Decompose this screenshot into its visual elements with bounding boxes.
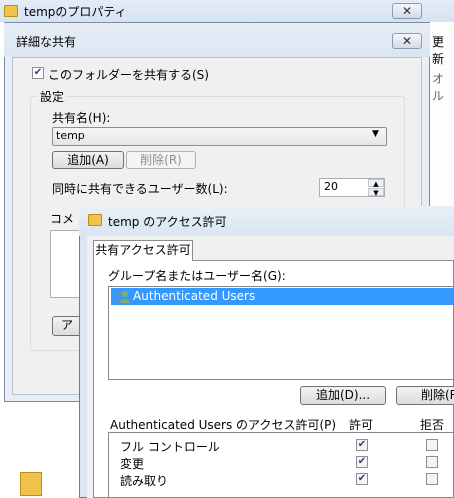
allow-column-header: 許可 — [349, 418, 374, 432]
remove-user-button[interactable]: 削除(R — [396, 386, 454, 405]
user-name: Authenticated Users — [133, 289, 256, 303]
share-folder-label[interactable]: このフォルダーを共有する(S) — [48, 66, 209, 83]
permission-name: フル コントロール — [120, 440, 220, 454]
properties-right-text: 更新 — [432, 35, 445, 66]
deny-checkbox[interactable] — [426, 473, 438, 485]
users-limit-label: 同時に共有できるユーザー数(L): — [52, 182, 228, 196]
comment-textarea[interactable] — [50, 230, 82, 298]
share-name-combobox[interactable] — [52, 127, 387, 146]
add-user-button[interactable]: 追加(D)... — [300, 386, 386, 405]
chevron-down-icon[interactable]: ▼ — [372, 129, 379, 139]
close-button[interactable]: ✕ — [392, 3, 422, 19]
user-group-icon — [114, 290, 130, 303]
permissions-for-label: Authenticated Users のアクセス許可(P) — [110, 418, 337, 432]
properties-title: tempのプロパティ — [24, 5, 127, 19]
allow-checkbox[interactable]: ✔ — [356, 473, 368, 485]
permissions-title: temp のアクセス許可 — [108, 215, 227, 229]
allow-checkbox[interactable]: ✔ — [356, 456, 368, 468]
deny-checkbox[interactable] — [426, 439, 438, 451]
folder-icon — [88, 214, 102, 226]
share-folder-checkbox[interactable]: ✔ — [32, 67, 44, 79]
remove-share-button[interactable]: 削除(R) — [126, 151, 196, 169]
folder-icon — [4, 5, 18, 17]
folder-icon — [20, 472, 42, 496]
permissions-button[interactable]: アク — [52, 316, 82, 336]
share-name-value: temp — [56, 129, 85, 142]
properties-right-text: オル — [432, 72, 445, 103]
permission-name: 読み取り — [120, 474, 169, 488]
advanced-sharing-title: 詳細な共有 — [16, 35, 77, 49]
spin-up-icon[interactable]: ▲ — [368, 179, 384, 188]
spin-down-icon[interactable]: ▼ — [368, 188, 384, 197]
close-button[interactable]: ✕ — [392, 33, 422, 49]
comment-label: コメ — [50, 212, 75, 226]
allow-checkbox[interactable]: ✔ — [356, 439, 368, 451]
deny-column-header: 拒否 — [420, 418, 445, 432]
users-limit-value[interactable]: 20 — [324, 180, 338, 193]
add-share-button[interactable]: 追加(A) — [52, 151, 124, 169]
tab-share-permissions[interactable]: 共有アクセス許可 — [93, 240, 193, 261]
deny-checkbox[interactable] — [426, 456, 438, 468]
permission-name: 変更 — [120, 457, 145, 471]
settings-legend: 設定 — [38, 88, 67, 105]
share-name-label: 共有名(H): — [52, 111, 111, 125]
group-user-label: グループ名またはユーザー名(G): — [108, 269, 286, 283]
